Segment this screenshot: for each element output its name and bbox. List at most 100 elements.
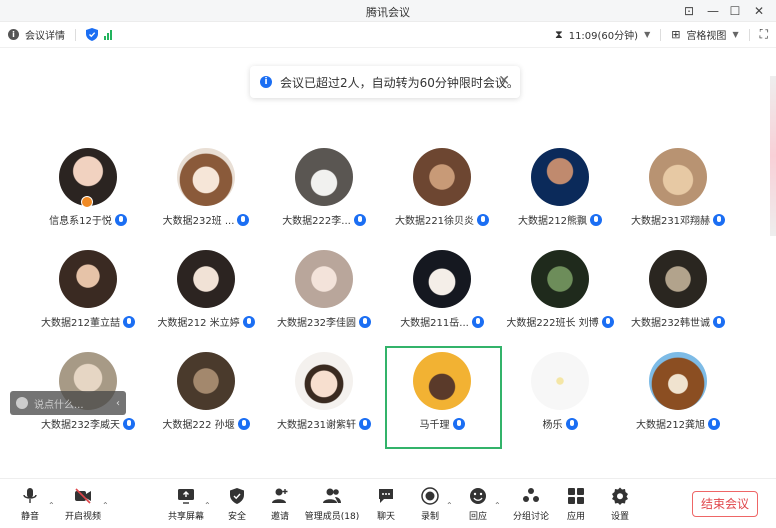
participant-tile[interactable]: 信息系12于悦	[29, 148, 147, 248]
participant-tile[interactable]: 大数据212董立喆	[29, 250, 147, 350]
microphone-icon	[114, 213, 127, 226]
settings-button[interactable]: 设置	[606, 487, 634, 522]
participant-tile[interactable]: 杨乐	[501, 352, 619, 452]
chevron-up-icon[interactable]: ⌃	[48, 501, 55, 510]
microphone-icon	[359, 417, 372, 430]
start-video-button[interactable]: 开启视频	[62, 487, 104, 522]
chevron-up-icon[interactable]: ⌃	[446, 501, 453, 510]
participant-name: 大数据231谢紫轩	[276, 420, 357, 431]
microphone-icon	[708, 417, 721, 430]
microphone-icon	[452, 417, 465, 430]
participant-tile[interactable]: 大数据232韩世诚	[619, 250, 737, 350]
participant-name: 大数据222 孙堰	[162, 420, 235, 431]
security-button[interactable]: 安全	[224, 487, 250, 522]
microphone-icon	[123, 417, 136, 430]
participant-tile[interactable]: 大数据222李...	[265, 148, 383, 248]
participant-tile[interactable]: 大数据222 孙堰	[147, 352, 265, 452]
chevron-up-icon[interactable]: ⌃	[494, 501, 501, 510]
divider	[748, 28, 750, 41]
participant-name: 大数据221徐贝炎	[394, 216, 475, 227]
chevron-left-icon[interactable]: ‹	[116, 398, 120, 409]
bottom-toolbar: 静音 ⌃ 开启视频 ⌃ 共享屏幕 ⌃ 安全 邀请 管理成员(18) 聊天 录制 …	[0, 478, 776, 528]
avatar	[413, 250, 471, 308]
chevron-down-icon[interactable]: ▼	[644, 30, 650, 39]
settings-label: 设置	[610, 512, 629, 522]
apps-label: 应用	[566, 512, 585, 522]
share-screen-icon	[177, 487, 195, 505]
microphone-icon	[477, 213, 490, 226]
avatar	[177, 148, 235, 206]
reaction-button[interactable]: 回应	[464, 487, 492, 522]
microphone-icon	[353, 213, 366, 226]
notice-text: 会议已超过2人，自动转为60分钟限时会议。	[280, 75, 519, 90]
participant-name: 大数据232李威天	[40, 420, 121, 431]
participant-name: 大数据212 米立婷	[157, 318, 240, 329]
time-limit-notice: i 会议已超过2人，自动转为60分钟限时会议。 ✕	[250, 66, 520, 98]
participant-name: 大数据232班 ...	[162, 216, 235, 227]
participant-tile[interactable]: 马千理	[383, 352, 501, 452]
participant-tile[interactable]: 大数据212 米立婷	[147, 250, 265, 350]
participant-tile[interactable]: 大数据231邓翔赫	[619, 148, 737, 248]
share-screen-button[interactable]: 共享屏幕	[166, 487, 206, 522]
pin-icon[interactable]: ⊡	[678, 2, 700, 20]
avatar	[177, 250, 235, 308]
avatar	[295, 352, 353, 410]
participant-tile[interactable]: 大数据232班 ...	[147, 148, 265, 248]
avatar	[649, 352, 707, 410]
record-label: 录制	[420, 512, 439, 522]
close-icon[interactable]: ✕	[498, 73, 510, 89]
participant-name: 大数据211岳...	[400, 318, 469, 329]
avatar	[531, 352, 589, 410]
avatar	[295, 250, 353, 308]
start-video-label: 开启视频	[64, 512, 101, 522]
manage-members-button[interactable]: 管理成员(18)	[304, 487, 360, 522]
participant-tile[interactable]: 大数据232李佳圆	[265, 250, 383, 350]
view-mode-button[interactable]: 宫格视图	[686, 27, 726, 42]
signal-icon[interactable]	[104, 29, 112, 40]
chevron-up-icon[interactable]: ⌃	[204, 501, 211, 510]
participant-tile[interactable]: 大数据211岳...	[383, 250, 501, 350]
grid-view-icon: ⊞	[671, 28, 681, 41]
end-meeting-button[interactable]: 结束会议	[692, 491, 758, 517]
title-bar: 腾讯会议 ⊡ — ☐ ✕	[0, 0, 776, 22]
chat-button[interactable]: 聊天	[372, 487, 400, 522]
chat-label: 聊天	[376, 512, 395, 522]
record-icon	[421, 487, 439, 505]
participant-tile[interactable]: 大数据212熊飘	[501, 148, 619, 248]
avatar	[531, 250, 589, 308]
microphone-icon	[601, 315, 614, 328]
chevron-up-icon[interactable]: ⌃	[102, 501, 109, 510]
microphone-icon	[123, 315, 136, 328]
meeting-timer[interactable]: 11:09(60分钟)	[569, 27, 638, 42]
participant-tile[interactable]: 大数据221徐贝炎	[383, 148, 501, 248]
security-label: 安全	[227, 512, 246, 522]
invite-button[interactable]: 邀请	[266, 487, 294, 522]
participant-tile[interactable]: 大数据212龚旭	[619, 352, 737, 452]
chat-quick-input[interactable]: 说点什么... ‹	[10, 391, 126, 415]
chevron-down-icon[interactable]: ▼	[732, 30, 738, 39]
close-button[interactable]: ✕	[748, 2, 770, 20]
microphone-icon	[359, 315, 372, 328]
meeting-details-button[interactable]: 会议详情	[25, 27, 65, 42]
side-panel-edge	[770, 76, 776, 236]
avatar	[531, 148, 589, 206]
minimize-button[interactable]: —	[702, 2, 724, 20]
record-button[interactable]: 录制	[416, 487, 444, 522]
fullscreen-icon[interactable]: ⛶	[760, 27, 768, 42]
breakout-rooms-button[interactable]: 分组讨论	[510, 487, 552, 522]
emoji-icon[interactable]	[16, 397, 28, 409]
shield-icon[interactable]	[86, 28, 98, 41]
avatar	[295, 148, 353, 206]
microphone-icon	[242, 315, 255, 328]
host-badge-icon	[81, 196, 93, 208]
participant-tile[interactable]: 大数据222班长 刘博	[501, 250, 619, 350]
maximize-button[interactable]: ☐	[724, 2, 746, 20]
shield-icon	[228, 487, 246, 505]
apps-button[interactable]: 应用	[562, 487, 590, 522]
apps-icon	[567, 487, 585, 505]
microphone-icon	[590, 213, 603, 226]
divider	[660, 28, 662, 41]
participant-tile[interactable]: 大数据231谢紫轩	[265, 352, 383, 452]
mute-button[interactable]: 静音	[16, 487, 44, 522]
smile-icon	[469, 487, 487, 505]
